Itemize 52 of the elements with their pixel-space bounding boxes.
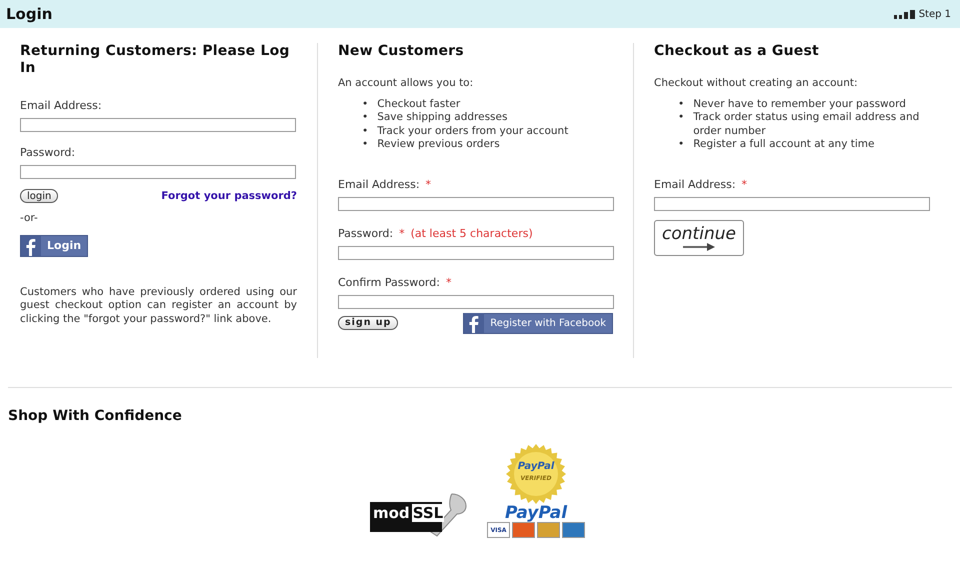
bullet: • — [678, 98, 684, 111]
bullet: • — [362, 138, 368, 152]
input-field[interactable] — [338, 294, 614, 308]
section-heading: Returning Customers: Please Log In — [20, 43, 291, 77]
benefit-item: Review previous orders — [377, 138, 500, 152]
benefit-item: Checkout faster — [377, 98, 460, 111]
input-field[interactable] — [338, 246, 614, 260]
bullet: • — [362, 98, 368, 111]
page-title: Login — [6, 5, 52, 23]
login-button[interactable]: login — [20, 189, 58, 203]
facebook-register-button[interactable]: Register with Facebook — [463, 312, 613, 334]
required-mark: * — [426, 178, 432, 190]
step-progress-icon — [894, 10, 916, 18]
intro-text: Checkout without creating an account: — [654, 77, 859, 90]
benefit-item: Save shipping addresses — [377, 111, 508, 124]
section-heading: New Customers — [338, 43, 465, 60]
continue-button[interactable]: continue — [654, 220, 744, 256]
facebook-icon — [464, 313, 484, 333]
required-mark: * — [446, 276, 452, 288]
intro-text: An account allows you to: — [338, 77, 474, 90]
benefit-item: Track order status using email address and order number — [693, 111, 920, 138]
bullet: • — [678, 111, 684, 125]
field-label: Password: — [20, 146, 76, 159]
forgot-password-link[interactable]: Forgot your password? — [161, 190, 297, 202]
guest-note: Customers who have previously ordered using our guest checkout option can register an account by clicking the "forgot your password?" link above. — [20, 286, 297, 326]
step-label: Step 1 — [918, 8, 951, 20]
section-heading: Shop With Confidence — [8, 408, 183, 424]
input-field[interactable] — [338, 196, 614, 210]
bullet: • — [362, 124, 368, 138]
input-field[interactable] — [20, 165, 296, 179]
bullet: • — [362, 111, 368, 124]
field-label: Password: — [338, 226, 394, 240]
field-label: Email Address: — [654, 178, 736, 190]
benefit-item: Never have to remember your password — [693, 98, 906, 111]
sign-up-button[interactable]: sign up — [338, 316, 398, 330]
bullet: • — [678, 138, 684, 152]
input-field[interactable] — [654, 196, 930, 210]
or-separator: -or- — [20, 212, 39, 226]
field-label: Email Address: — [20, 99, 102, 112]
field-label: Email Address: — [338, 178, 420, 190]
required-mark: * — [742, 178, 748, 190]
facebook-login-button[interactable]: Login — [20, 234, 88, 256]
field-label: Confirm Password: — [338, 276, 440, 288]
field-hint: (at least 5 characters) — [410, 226, 533, 240]
benefit-item: Track your orders from your account — [377, 124, 568, 138]
required-mark: * — [399, 226, 405, 240]
input-field[interactable] — [20, 118, 296, 132]
benefit-item: Register a full account at any time — [693, 138, 874, 152]
arrow-icon — [683, 242, 715, 250]
section-heading: Checkout as a Guest — [654, 43, 820, 60]
facebook-icon — [21, 236, 41, 256]
ssl-badge: mod SSL — [370, 492, 468, 538]
